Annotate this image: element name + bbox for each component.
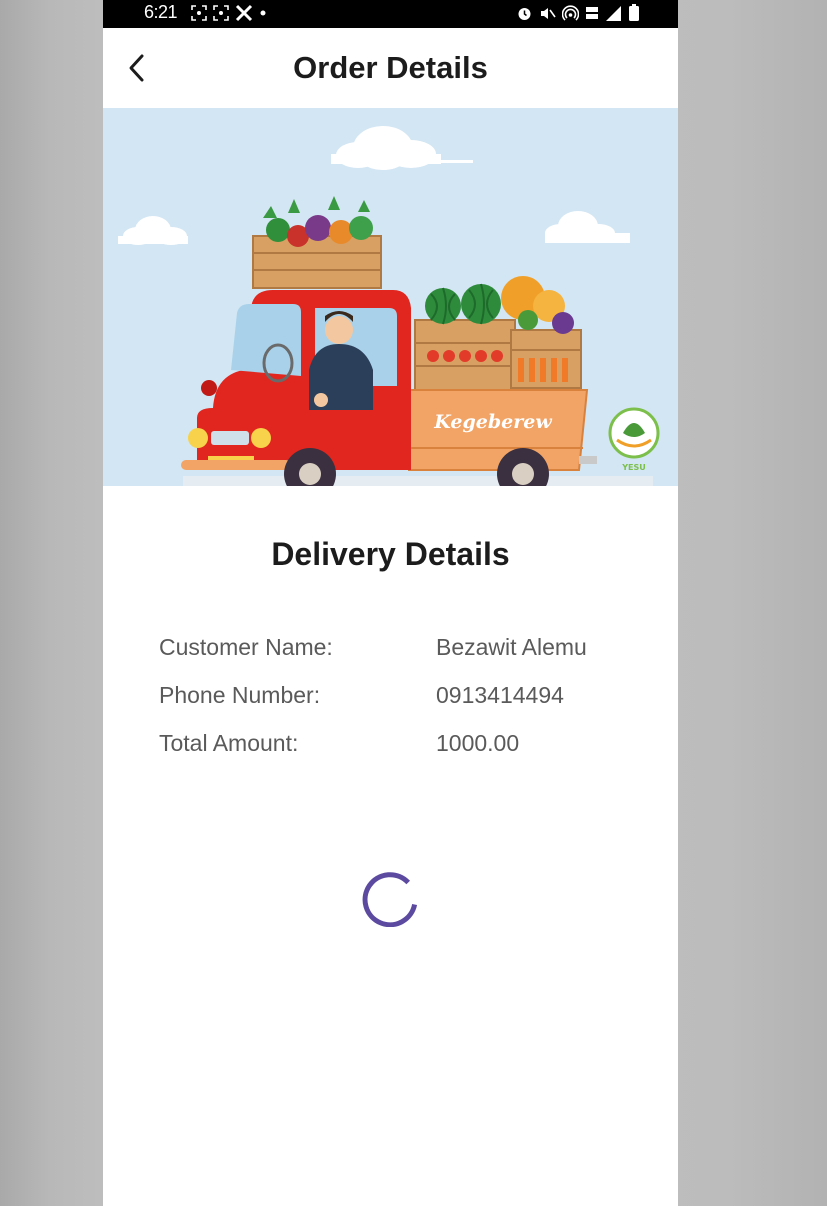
cloud-icon bbox=[118, 216, 188, 245]
delivery-details-title: Delivery Details bbox=[271, 536, 510, 572]
hotspot-icon bbox=[562, 4, 579, 21]
volte-icon bbox=[586, 6, 598, 19]
screenshot-icon bbox=[191, 5, 207, 21]
truck-label: Kegeberew bbox=[433, 411, 552, 433]
phone-number-label: Phone Number: bbox=[159, 682, 321, 708]
screenshot-icon bbox=[213, 5, 229, 21]
signal-icon bbox=[606, 5, 621, 21]
phone-screen: 6:21 Order Details Kegeberew YESU Delive… bbox=[103, 0, 678, 1206]
cloud-icon bbox=[545, 211, 630, 243]
detail-row-phone-number: Phone Number: 0913414494 bbox=[159, 678, 639, 726]
delivery-banner-image: Kegeberew YESU bbox=[103, 108, 678, 486]
x-app-icon bbox=[235, 4, 253, 22]
mute-icon bbox=[541, 7, 556, 19]
page-title: Order Details bbox=[293, 50, 488, 85]
battery-icon bbox=[629, 4, 639, 21]
status-left-icons bbox=[191, 4, 267, 22]
dot-icon bbox=[260, 10, 266, 16]
customer-name-value: Bezawit Alemu bbox=[436, 634, 587, 660]
delivery-details-list: Customer Name: Bezawit Alemu Phone Numbe… bbox=[159, 630, 639, 774]
detail-row-customer-name: Customer Name: Bezawit Alemu bbox=[159, 630, 639, 678]
brand-logo-icon: YESU bbox=[608, 407, 660, 472]
phone-number-value: 0913414494 bbox=[436, 682, 564, 708]
cloud-icon bbox=[331, 126, 473, 170]
app-bar: Order Details bbox=[103, 28, 678, 108]
alarm-icon bbox=[518, 7, 531, 20]
detail-row-total-amount: Total Amount: 1000.00 bbox=[159, 726, 639, 774]
total-amount-value: 1000.00 bbox=[436, 730, 520, 756]
status-time: 6:21 bbox=[144, 2, 178, 22]
logo-text: YESU bbox=[621, 463, 646, 472]
status-right-icons bbox=[516, 4, 640, 22]
customer-name-label: Customer Name: bbox=[159, 634, 333, 660]
loading-spinner-icon bbox=[362, 872, 418, 927]
status-bar: 6:21 bbox=[103, 0, 678, 28]
total-amount-label: Total Amount: bbox=[159, 730, 299, 756]
delivery-truck-illustration: Kegeberew YESU bbox=[118, 126, 660, 486]
